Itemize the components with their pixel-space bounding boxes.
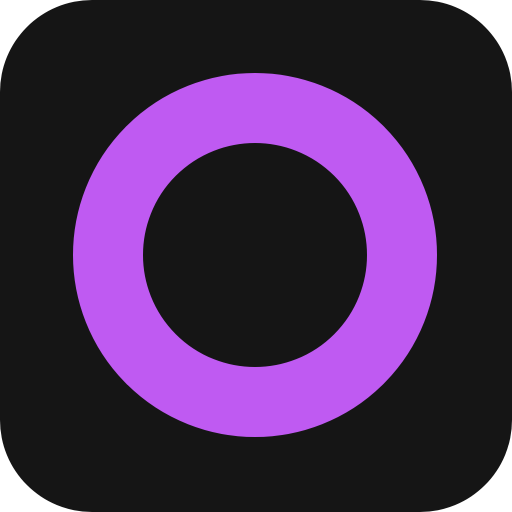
icon-canvas (0, 0, 512, 512)
ring-icon (73, 73, 437, 437)
app-icon-tile (0, 0, 512, 512)
